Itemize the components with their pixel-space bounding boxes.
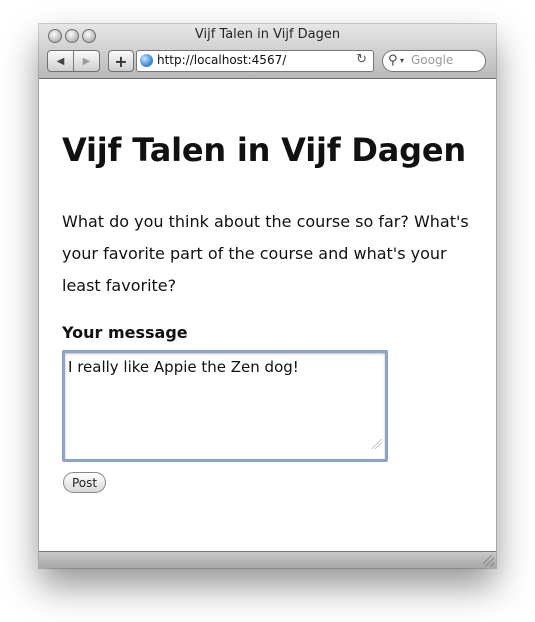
search-placeholder: Google	[411, 53, 454, 67]
add-bookmark-button[interactable]: +	[108, 50, 134, 72]
search-icon: ⚲	[388, 53, 398, 68]
search-field[interactable]: ⚲ ▾ Google	[382, 50, 486, 72]
reload-icon[interactable]: ↻	[356, 52, 367, 67]
close-window-button[interactable]	[48, 29, 62, 43]
page-title: Vijf Talen in Vijf Dagen	[62, 131, 466, 169]
zoom-window-button[interactable]	[82, 29, 96, 43]
browser-window: Vijf Talen in Vijf Dagen ◀ ▶ + http://lo…	[39, 24, 496, 568]
resize-handle-icon[interactable]	[372, 439, 382, 449]
back-button[interactable]: ◀	[48, 51, 74, 71]
window-title: Vijf Talen in Vijf Dagen	[194, 27, 341, 42]
status-bar	[39, 551, 496, 568]
url-text[interactable]: http://localhost:4567/	[157, 53, 286, 67]
browser-toolbar: Vijf Talen in Vijf Dagen ◀ ▶ + http://lo…	[39, 24, 496, 79]
address-bar[interactable]: http://localhost:4567/ ↻	[136, 50, 374, 72]
screenshot-stage: Vijf Talen in Vijf Dagen ◀ ▶ + http://lo…	[0, 0, 535, 622]
minimize-window-button[interactable]	[65, 29, 79, 43]
forward-button[interactable]: ▶	[74, 51, 99, 71]
forward-arrow-icon: ▶	[82, 55, 91, 67]
message-textarea[interactable]	[62, 350, 388, 462]
post-button[interactable]: Post	[63, 472, 106, 493]
plus-icon: +	[114, 51, 128, 71]
globe-icon	[140, 54, 153, 67]
back-arrow-icon: ◀	[56, 55, 65, 67]
chevron-down-icon: ▾	[400, 56, 405, 65]
message-label: Your message	[62, 323, 188, 342]
intro-text: What do you think about the course so fa…	[62, 212, 469, 295]
window-resize-grip-icon[interactable]	[483, 555, 494, 566]
navigation-buttons: ◀ ▶	[47, 50, 100, 72]
